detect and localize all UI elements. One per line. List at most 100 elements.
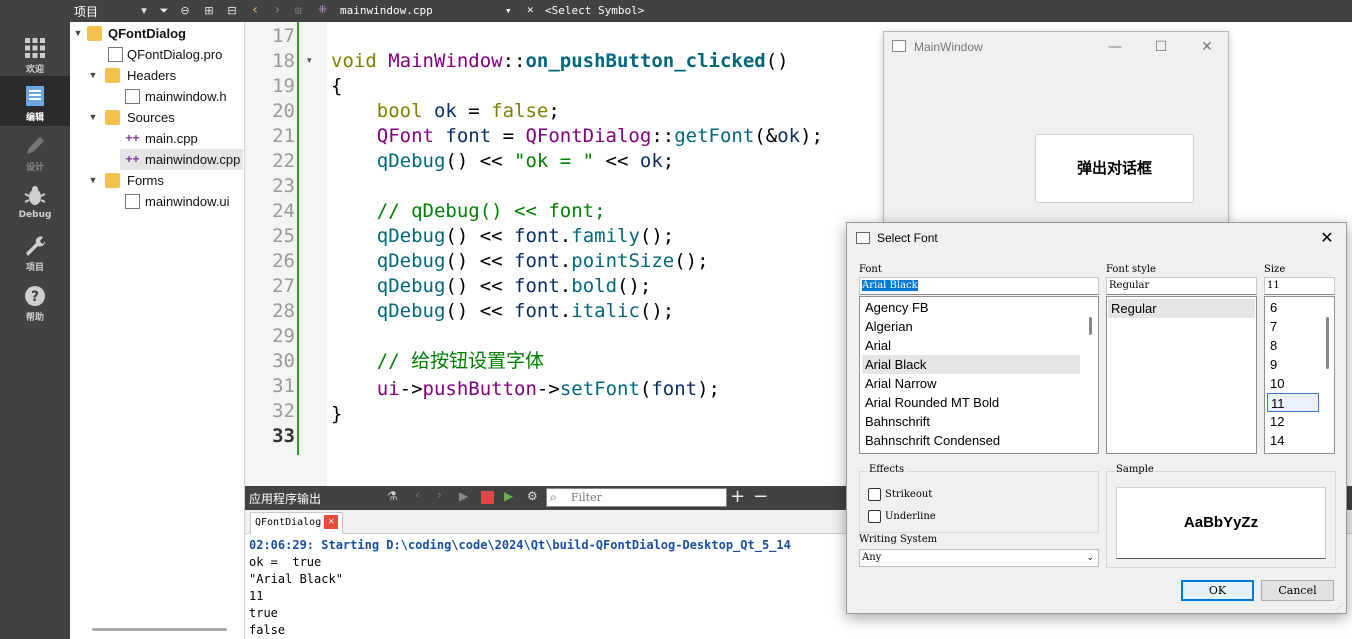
writing-system-label: Writing System [859,534,938,545]
output-tab[interactable]: QFontDialog ✕ [250,512,344,534]
mode-welcome[interactable]: 欢迎 [0,28,70,78]
run-icon[interactable]: ▶ [459,489,468,503]
tree-item-label: QFontDialog [108,26,186,41]
size-list-item[interactable]: 8 [1267,336,1319,355]
size-list-item[interactable]: 14 [1267,431,1319,450]
chevron-down-icon[interactable]: ▼ [87,107,99,128]
back-arrow-icon[interactable]: ‹ [415,488,420,502]
font-list-item[interactable]: Bahnschrift Condensed [862,431,1080,450]
cancel-button[interactable]: Cancel [1261,580,1334,601]
font-list-item[interactable]: Arial Narrow [862,374,1080,393]
filter-icon[interactable]: ⏷ [156,3,172,19]
tree-item-headers[interactable]: ▼ Headers [70,65,245,86]
project-selector[interactable]: 项目 [74,3,98,20]
tree-item-label: Sources [127,110,175,125]
font-list-item[interactable]: Arial Black [862,355,1080,374]
font-input[interactable]: Arial Black [859,277,1099,295]
tree-item-project[interactable]: ▼ QFontDialog [70,23,245,44]
split-icon[interactable]: ⊞ [201,3,217,19]
chevron-down-icon[interactable]: ▼ [87,170,99,191]
size-list-item[interactable]: 10 [1267,374,1319,393]
file-icon [108,47,123,62]
close-icon[interactable]: ✕ [324,515,339,529]
mode-help-label: 帮助 [25,313,44,323]
writing-system-value: Any [862,552,882,563]
link-icon[interactable]: ⊖ [177,3,193,19]
attach-icon[interactable]: ⚗ [387,489,398,503]
line-number: 32 [272,400,295,422]
chevron-down-icon[interactable]: ▼ [72,23,84,44]
size-list-item[interactable]: 6 [1267,298,1319,317]
size-list-item[interactable]: 7 [1267,317,1319,336]
size-list[interactable]: 6 7 8 9 10 11 12 14 [1264,296,1335,454]
font-list-item[interactable]: Bahnschrift [862,412,1080,431]
underline-checkbox[interactable] [868,510,881,523]
search-icon: ⌕ [550,490,557,504]
select-font-dialog: Select Font ✕ Font Arial Black Agency FB… [846,222,1347,614]
plus-icon[interactable]: + [730,486,745,507]
tree-item-sources[interactable]: ▼ Sources [70,107,245,128]
gear-icon[interactable]: ⚙ [527,489,538,503]
style-input[interactable]: Regular [1106,277,1257,295]
mode-help[interactable]: ? 帮助 [0,276,70,326]
code-line-28: qDebug() << font.italic(); [331,300,675,322]
close-icon[interactable]: ✕ [1184,32,1230,62]
chevron-down-icon[interactable]: ▾ [136,3,152,19]
font-list-item[interactable]: Arial Rounded MT Bold [862,393,1080,412]
maximize-icon[interactable]: ☐ [1138,32,1184,62]
tree-item-mainwindow-h[interactable]: mainwindow.h [70,86,245,107]
stop-icon[interactable] [481,491,494,504]
font-list-item[interactable]: Algerian [862,317,1080,336]
filter-input[interactable]: ⌕ Filter [546,488,727,507]
size-list-item[interactable]: 9 [1267,355,1319,374]
debug-run-icon[interactable]: ▶ [504,489,513,503]
mode-debug[interactable]: Debug [0,176,70,226]
strikeout-checkbox[interactable] [868,488,881,501]
code-line-21: QFont font = QFontDialog::getFont(&ok); [331,125,823,147]
mode-projects[interactable]: 项目 [0,226,70,276]
tree-item-mainwindow-cpp[interactable]: ++ mainwindow.cpp [120,149,243,170]
chevron-down-icon[interactable]: ▾ [505,4,512,17]
close-panel-icon[interactable]: ⊟ [224,3,240,19]
font-list-item[interactable]: Arial [862,336,1080,355]
mode-edit[interactable]: 编辑 [0,76,70,126]
minimize-icon[interactable]: — [1092,32,1138,62]
forward-arrow-icon[interactable]: › [273,2,281,18]
tree-item-pro[interactable]: QFontDialog.pro [70,44,245,65]
cpp-file-icon: ++ [125,152,140,166]
style-list[interactable]: Regular [1106,296,1257,454]
vertical-scrollbar[interactable] [1326,317,1329,369]
help-icon: ? [25,286,45,306]
tree-item-forms[interactable]: ▼ Forms [70,170,245,191]
writing-system-select[interactable]: Any ⌄ [859,549,1099,567]
tree-item-mainwindow-ui[interactable]: mainwindow.ui [70,191,245,212]
close-icon[interactable]: ✕ [1312,223,1342,253]
style-item[interactable]: Regular [1108,299,1255,318]
symbol-combo[interactable]: <Select Symbol> [545,4,644,17]
code-line-22: qDebug() << "ok = " << ok; [331,150,675,172]
code-line-25: qDebug() << font.family(); [331,225,675,247]
fold-arrow-icon[interactable]: ▾ [307,56,312,66]
back-arrow-icon[interactable]: ‹ [251,2,259,18]
line-number: 18 [272,50,295,72]
output-pane-title: 应用程序输出 [249,492,322,506]
push-button[interactable]: 弹出对话框 [1035,134,1194,203]
vertical-scrollbar[interactable] [1089,317,1092,335]
forward-arrow-icon[interactable]: › [437,488,442,502]
minus-icon[interactable]: − [753,486,768,507]
line-number: 17 [272,25,295,47]
close-file-icon[interactable]: ✕ [527,3,534,16]
bug-icon [24,186,46,205]
size-list-item[interactable]: 11 [1267,393,1319,412]
font-list-item[interactable]: Agency FB [862,298,1080,317]
size-input[interactable]: 11 [1264,277,1335,295]
chevron-down-icon[interactable]: ▼ [87,65,99,86]
font-list[interactable]: Agency FB Algerian Arial Arial Black Arial N… [859,296,1099,454]
size-list-item[interactable]: 12 [1267,412,1319,431]
tree-item-main-cpp[interactable]: ++ main.cpp [70,128,245,149]
horizontal-scrollbar[interactable] [92,628,227,631]
ok-button[interactable]: OK [1181,580,1254,601]
mode-design[interactable]: 设计 [0,126,70,176]
open-file-combo[interactable]: mainwindow.cpp [340,4,433,17]
resize-grip-icon[interactable]: ⋰ [1336,602,1344,611]
